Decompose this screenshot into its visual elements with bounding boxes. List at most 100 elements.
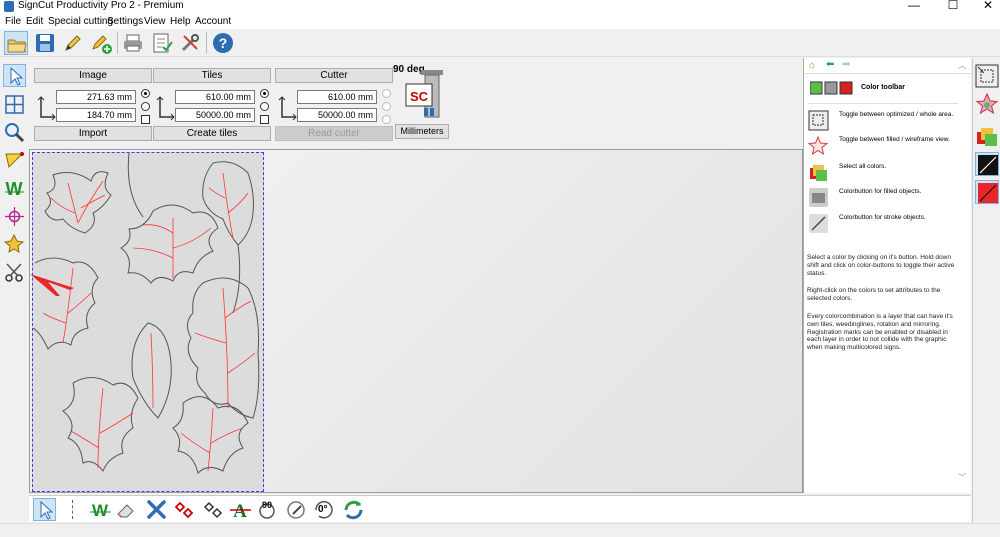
red-stroke-color-button[interactable] (975, 180, 999, 204)
dimension-axes-icon (278, 96, 297, 121)
tiles-grid-icon[interactable] (3, 93, 26, 116)
menu-settings[interactable]: Settings (107, 16, 143, 27)
cutter-radio-2[interactable] (382, 102, 391, 111)
media-sheet (32, 152, 264, 492)
pointer-icon[interactable] (33, 498, 56, 521)
red-diamonds-icon[interactable] (173, 498, 196, 521)
optimize-toggle-icon[interactable] (975, 64, 999, 88)
eraser-icon[interactable] (114, 498, 137, 521)
toolbar-separator (206, 32, 207, 54)
logo-text: SC (410, 89, 429, 104)
delete-x-icon[interactable] (145, 498, 168, 521)
help-row-label: Colorbutton for stroke objects. (839, 214, 926, 221)
checklist-icon[interactable] (150, 31, 174, 55)
menu-help[interactable]: Help (170, 16, 191, 27)
image-panel: Image 271.63 mm 184.70 mm Import (34, 68, 152, 141)
zoom-icon[interactable] (3, 121, 26, 144)
tiles-height-field[interactable]: 50000.00 mm (175, 108, 255, 122)
text-a-icon[interactable]: A (229, 498, 252, 522)
black-stroke-color-button[interactable] (975, 152, 999, 176)
help-row-label: Toggle between filled / wireframe view. (839, 136, 950, 143)
menu-edit[interactable]: Edit (26, 16, 43, 27)
home-icon[interactable]: ⌂ (809, 60, 815, 71)
menu-file[interactable]: File (5, 16, 21, 27)
rotate-90-label: 90 (262, 500, 273, 510)
help-row-stroke-color: Colorbutton for stroke objects. (808, 213, 968, 235)
help-paragraph-1: Select a color by clicking on it's butto… (807, 254, 955, 277)
image-checkbox[interactable] (141, 115, 150, 124)
tools-icon[interactable] (178, 31, 202, 55)
print-icon[interactable] (121, 31, 145, 55)
rotate-0-label: 0° (318, 504, 328, 515)
help-row-filled-color: Colorbutton for filled objects. (808, 187, 968, 209)
image-height-field[interactable]: 184.70 mm (56, 108, 136, 122)
import-button[interactable]: Import (34, 126, 152, 141)
leaf-artwork[interactable] (32, 152, 265, 493)
maximize-button[interactable]: ☐ (943, 0, 963, 12)
cutter-radio-3[interactable] (382, 115, 391, 124)
help-row-optimize: Toggle between optimized / whole area. (808, 110, 968, 132)
back-arrow-icon[interactable]: ⬅ (826, 59, 834, 70)
tiles-radio-2[interactable] (260, 102, 269, 111)
help-row-label: Toggle between optimized / whole area. (839, 111, 954, 118)
weed-border-icon[interactable]: W (89, 498, 112, 521)
design-canvas[interactable] (29, 149, 803, 493)
cutter-radio-1[interactable] (382, 89, 391, 98)
registration-mark-icon[interactable] (3, 205, 26, 228)
menu-special-cutting[interactable]: Special cutting (48, 16, 113, 27)
help-title: Color toolbar (861, 84, 905, 91)
signcut-logo[interactable]: SC (404, 70, 446, 122)
tiles-radio-1[interactable] (260, 89, 269, 98)
toolbar-separator (117, 32, 118, 54)
star-select-icon[interactable] (3, 233, 26, 256)
image-width-field[interactable]: 271.63 mm (56, 90, 136, 104)
cutter-panel: Cutter 610.00 mm 50000.00 mm Read cutter (275, 68, 393, 141)
scissors-icon[interactable] (3, 261, 26, 284)
optimize-area-icon (808, 110, 829, 131)
help-row-label: Select all colors. (839, 163, 887, 170)
cutter-width-field[interactable]: 610.00 mm (297, 90, 377, 104)
tiles-width-field[interactable]: 610.00 mm (175, 90, 255, 104)
image-radio-2[interactable] (141, 102, 150, 111)
outline-diamonds-icon[interactable] (202, 498, 225, 521)
create-tiles-button[interactable]: Create tiles (153, 126, 271, 141)
add-pencil-icon[interactable] (89, 31, 113, 55)
help-paragraph-2: Right-click on the colors to set attribu… (807, 287, 941, 302)
scroll-down-icon[interactable]: ﹀ (958, 472, 966, 483)
svg-text:W: W (6, 179, 23, 199)
left-toolbar: W (0, 58, 29, 523)
weeding-icon[interactable]: W (3, 177, 26, 200)
node-edit-icon[interactable] (3, 149, 26, 172)
dimension-axes-icon (37, 96, 56, 121)
menu-account[interactable]: Account (195, 16, 231, 27)
wireframe-toggle-icon[interactable] (975, 92, 999, 116)
cutter-height-field[interactable]: 50000.00 mm (297, 108, 377, 122)
menu-view[interactable]: View (144, 16, 166, 27)
millimeters-button[interactable]: Millimeters (395, 124, 449, 139)
help-divider (808, 103, 958, 104)
refresh-icon[interactable] (342, 498, 365, 521)
read-cutter-button[interactable]: Read cutter (275, 126, 393, 141)
dimension-axes-icon (156, 96, 175, 121)
close-button[interactable]: ✕ (978, 0, 998, 12)
image-radio-1[interactable] (141, 89, 150, 98)
open-folder-icon[interactable] (4, 31, 28, 55)
select-all-colors-button[interactable] (975, 124, 999, 148)
tiles-checkbox[interactable] (260, 115, 269, 124)
rotate-pen-icon[interactable] (285, 498, 308, 521)
color-toolbar (972, 58, 1000, 523)
forward-arrow-icon[interactable]: ➡ (842, 59, 850, 70)
color-toolbar-icon (810, 81, 853, 95)
help-scrollbar[interactable]: ︿ ﹀ (955, 60, 969, 490)
minimize-button[interactable]: — (904, 0, 924, 12)
filled-color-button-icon (809, 188, 828, 207)
select-arrow-icon[interactable] (3, 64, 26, 87)
rotate-90-icon[interactable]: 90 (257, 498, 280, 521)
help-icon[interactable]: ? (211, 31, 235, 55)
scroll-up-icon[interactable]: ︿ (958, 60, 966, 71)
rotate-0-icon[interactable]: 0° (312, 498, 335, 521)
edit-pencil-icon[interactable] (61, 31, 85, 55)
save-icon[interactable] (33, 31, 57, 55)
help-panel: ⌂ ⬅ ➡ Color toolbar Toggle between optim… (803, 58, 972, 493)
svg-text:?: ? (219, 35, 228, 51)
